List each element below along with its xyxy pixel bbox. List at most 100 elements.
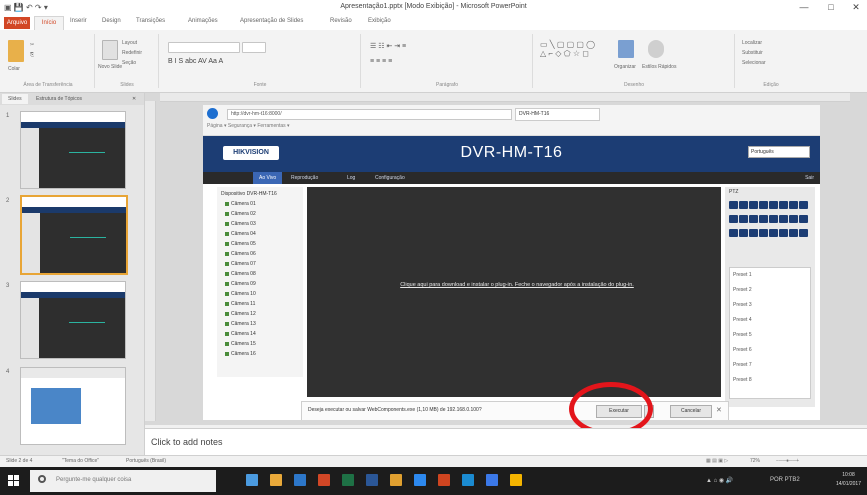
plugin-download-link[interactable]: Clique aqui para download e instalar o p… [387, 281, 647, 289]
language-select[interactable]: Português [748, 146, 810, 158]
ptz-control-button[interactable] [759, 201, 768, 209]
camera-item[interactable]: Câmera 02 [225, 211, 256, 217]
camera-item[interactable]: Câmera 12 [225, 311, 256, 317]
camera-item[interactable]: Câmera 15 [225, 341, 256, 347]
camera-item[interactable]: Câmera 11 [225, 301, 255, 307]
excel-icon[interactable] [342, 474, 354, 486]
zoom-slider[interactable]: −──●──+ [776, 458, 799, 464]
ptz-control-button[interactable] [769, 201, 778, 209]
clock[interactable]: 10:08 14/01/2017 [836, 471, 861, 489]
ptz-control-button[interactable] [759, 215, 768, 223]
preset-item[interactable]: Preset 7 [733, 362, 752, 368]
ptz-control-button[interactable] [749, 229, 758, 237]
slide-canvas[interactable]: http://dvr-hm-t16:8000/ DVR-HM-T16 Págin… [203, 105, 820, 420]
slide-thumbnail-2[interactable] [20, 195, 128, 275]
camera-item[interactable]: Câmera 04 [225, 231, 256, 237]
font-format-buttons[interactable]: B I S abc AV Aa A [168, 58, 223, 65]
ptz-control-button[interactable] [769, 215, 778, 223]
device-root[interactable]: Dispositivo DVR-HM-T16 [221, 191, 277, 197]
tab-transitions[interactable]: Transições [136, 18, 165, 24]
close-button[interactable]: ✕ [847, 2, 865, 13]
language-status[interactable]: Português (Brasil) [126, 458, 166, 464]
camera-item[interactable]: Câmera 10 [225, 291, 256, 297]
ptz-control-button[interactable] [729, 229, 738, 237]
ptz-control-button[interactable] [759, 229, 768, 237]
layout-button[interactable]: Layout [122, 40, 137, 46]
camera-item[interactable]: Câmera 14 [225, 331, 256, 337]
camera-item[interactable]: Câmera 03 [225, 221, 256, 227]
arrange-icon[interactable] [618, 40, 634, 58]
zoom-level[interactable]: 72% [750, 458, 760, 464]
ptz-control-button[interactable] [799, 229, 808, 237]
tab-slideshow[interactable]: Apresentação de Slides [240, 18, 303, 24]
copy-button[interactable]: ⎘ [30, 52, 34, 58]
cut-button[interactable]: ✂ [30, 42, 34, 48]
replace-button[interactable]: Substituir [742, 50, 763, 56]
tray-icons[interactable]: ▲ ⌂ ◉ 🔊 [706, 477, 733, 484]
quick-styles-icon[interactable] [648, 40, 664, 58]
tab-slides[interactable]: Slides [2, 94, 28, 104]
ptz-control-button[interactable] [749, 201, 758, 209]
tray-language[interactable]: POR PTB2 [770, 477, 800, 483]
maximize-button[interactable]: □ [822, 2, 840, 12]
ptz-control-button[interactable] [739, 229, 748, 237]
address-bar[interactable]: http://dvr-hm-t16:8000/ [227, 109, 512, 120]
align-buttons[interactable]: ≡ ≡ ≡ ≡ [370, 58, 392, 65]
edge-icon[interactable] [414, 474, 426, 486]
tab-view[interactable]: Exibição [368, 18, 391, 24]
ptz-control-button[interactable] [739, 201, 748, 209]
browser-tab[interactable]: DVR-HM-T16 [515, 108, 600, 121]
camera-item[interactable]: Câmera 13 [225, 321, 256, 327]
reset-button[interactable]: Redefinir [122, 50, 142, 56]
tab-file[interactable]: Arquivo [4, 17, 30, 29]
tab-animations[interactable]: Animações [188, 18, 218, 24]
slide-thumbnail-3[interactable] [20, 281, 126, 359]
ptz-control-button[interactable] [779, 215, 788, 223]
nav-config[interactable]: Configuração [369, 172, 411, 184]
paste-icon[interactable] [8, 40, 24, 62]
preset-item[interactable]: Preset 6 [733, 347, 752, 353]
camera-item[interactable]: Câmera 08 [225, 271, 256, 277]
close-icon[interactable]: ✕ [716, 406, 722, 414]
app-icon[interactable] [438, 474, 450, 486]
ptz-control-button[interactable] [799, 201, 808, 209]
nav-log[interactable]: Log [341, 172, 361, 184]
preset-item[interactable]: Preset 3 [733, 302, 752, 308]
camera-item[interactable]: Câmera 16 [225, 351, 256, 357]
task-view-icon[interactable] [246, 474, 258, 486]
tab-review[interactable]: Revisão [330, 18, 352, 24]
slide-thumbnail-4[interactable] [20, 367, 126, 445]
nav-playback[interactable]: Reprodução [285, 172, 324, 184]
tab-insert[interactable]: Inserir [70, 18, 87, 24]
notes-pane[interactable]: Click to add notes [145, 428, 867, 456]
ie-icon[interactable] [462, 474, 474, 486]
logout-link[interactable]: Sair [805, 172, 814, 184]
section-button[interactable]: Seção [122, 60, 136, 66]
preset-item[interactable]: Preset 4 [733, 317, 752, 323]
ptz-control-button[interactable] [789, 215, 798, 223]
preset-item[interactable]: Preset 8 [733, 377, 752, 383]
arrange-button[interactable]: Organizar [614, 64, 636, 70]
font-size-select[interactable] [242, 42, 266, 53]
new-slide-icon[interactable] [102, 40, 118, 60]
tab-home[interactable]: Início [34, 16, 64, 31]
quick-styles-button[interactable]: Estilos Rápidos [642, 64, 676, 70]
windows-start-icon[interactable] [8, 475, 20, 487]
minimize-button[interactable]: — [795, 2, 813, 12]
view-buttons[interactable]: ▦ ▤ ▣ ▷ [706, 458, 728, 464]
browser-toolbar[interactable]: Página ▾ Segurança ▾ Ferramentas ▾ [207, 123, 290, 129]
ptz-control-button[interactable] [789, 201, 798, 209]
select-button[interactable]: Selecionar [742, 60, 766, 66]
ptz-control-button[interactable] [779, 201, 788, 209]
tab-design[interactable]: Design [102, 18, 121, 24]
camera-item[interactable]: Câmera 06 [225, 251, 256, 257]
ptz-control-button[interactable] [779, 229, 788, 237]
ptz-control-button[interactable] [769, 229, 778, 237]
preset-item[interactable]: Preset 5 [733, 332, 752, 338]
cancel-button[interactable]: Cancelar [670, 405, 712, 418]
slide-thumbnail-1[interactable] [20, 111, 126, 189]
chrome-icon[interactable] [510, 474, 522, 486]
file-explorer-icon[interactable] [270, 474, 282, 486]
preset-item[interactable]: Preset 2 [733, 287, 752, 293]
search-box[interactable]: Pergunte-me qualquer coisa [30, 470, 216, 492]
